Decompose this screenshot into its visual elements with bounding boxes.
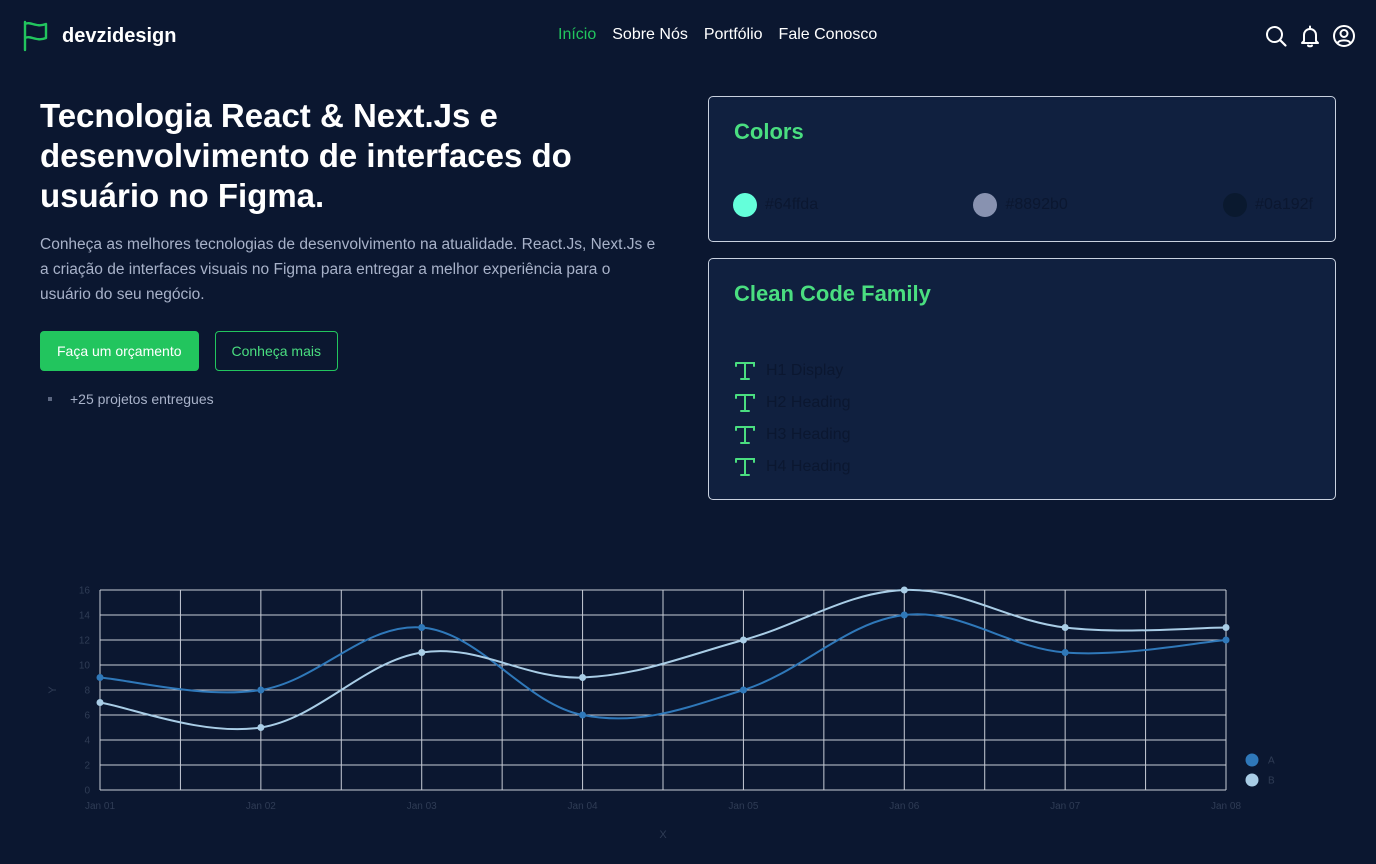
swatch-dot	[1223, 193, 1248, 217]
y-axis-label: Y	[47, 686, 59, 694]
swatch: #8892b0	[973, 193, 1068, 217]
y-tick-label: 6	[84, 711, 90, 722]
list-item: H1 Display	[734, 355, 851, 387]
data-point-a	[257, 686, 265, 694]
swatch-label: #0a192f	[1255, 196, 1313, 213]
swatch-label: #8892b0	[1005, 196, 1068, 213]
x-tick-label: Jan 02	[246, 801, 276, 812]
y-tick-label: 4	[84, 736, 90, 747]
nav-portfolio[interactable]: Portfólio	[704, 26, 763, 44]
data-point-b	[257, 724, 265, 731]
x-tick-label: Jan 08	[1211, 801, 1241, 812]
x-tick-label: Jan 04	[568, 801, 598, 812]
x-tick-label: Jan 01	[85, 801, 115, 812]
data-point-a	[418, 624, 426, 631]
text-icon	[735, 458, 755, 476]
swatch-dot	[973, 193, 998, 217]
list-item: H4 Heading	[734, 451, 851, 483]
brand[interactable]: devzidesign	[22, 20, 176, 52]
data-point-a	[1061, 649, 1069, 656]
brand-name: devzidesign	[62, 24, 177, 47]
text-icon	[735, 426, 755, 444]
swatch-label: #64ffda	[765, 196, 819, 213]
swatch-dot	[733, 193, 757, 217]
hero-description: Conheça as melhores tecnologias de desen…	[40, 236, 656, 303]
data-point-b	[418, 649, 426, 656]
colors-card: Colors #64ffda #8892b0 #0a192f	[708, 96, 1336, 242]
main-nav: Início Sobre Nós Portfólio Fale Conosco	[558, 26, 877, 44]
text-icon	[735, 394, 755, 412]
line-chart: 0 2 4 6 8 10 12 14 16 Jan 01 Jan 02 Jan 03 Jan 04 Jan…	[40, 575, 1300, 845]
y-tick-label: 10	[79, 661, 91, 672]
user-icon[interactable]	[1332, 24, 1356, 48]
data-point-a	[1222, 636, 1230, 644]
x-tick-label: Jan 05	[728, 801, 758, 812]
learn-more-button[interactable]: Conheça mais	[214, 331, 338, 371]
hero: Tecnologia React & Next.Js e desenvolvim…	[40, 96, 660, 407]
hero-title: Tecnologia React & Next.Js e desenvolvim…	[40, 97, 572, 214]
y-tick-label: 2	[84, 761, 90, 772]
data-point-b	[739, 636, 747, 644]
chart-svg: 0 2 4 6 8 10 12 14 16 Jan 01 Jan 02 Jan 03 Jan 04 Jan…	[47, 586, 1275, 842]
font-list: H1 Display H2 Heading H3 Heading H4 Head…	[734, 355, 851, 483]
data-point-a	[96, 674, 104, 681]
projects-stat-label: +25 projetos entregues	[70, 391, 214, 407]
legend-swatch-a	[1245, 753, 1259, 767]
swatch: #64ffda	[733, 193, 818, 217]
projects-stat: +25 projetos entregues	[48, 391, 660, 407]
data-point-b	[1222, 624, 1230, 631]
font-label: H1 Display	[766, 362, 844, 379]
list-item: H3 Heading	[734, 419, 851, 451]
y-tick-label: 12	[79, 636, 91, 647]
font-label: H4 Heading	[766, 458, 851, 475]
hero-actions: Faça um orçamento Conheça mais	[40, 331, 660, 371]
x-tick-label: Jan 06	[889, 801, 919, 812]
font-label: H3 Heading	[766, 426, 851, 443]
quote-button[interactable]: Faça um orçamento	[40, 331, 199, 371]
search-icon[interactable]	[1264, 24, 1288, 48]
x-tick-label: Jan 07	[1050, 801, 1080, 812]
data-point-a	[739, 686, 747, 694]
swatch-list: #64ffda #8892b0 #0a192f	[733, 193, 1313, 217]
font-family-card: Clean Code Family H1 Display H2 Heading …	[708, 258, 1336, 500]
text-icon	[735, 362, 755, 380]
font-label: H2 Heading	[766, 394, 851, 411]
bullet-icon	[48, 397, 52, 401]
flag-icon	[23, 20, 48, 52]
data-point-a	[579, 711, 587, 719]
bell-icon[interactable]	[1298, 24, 1322, 48]
data-point-b	[1061, 624, 1069, 631]
list-item: H2 Heading	[734, 387, 851, 419]
header-actions	[1264, 24, 1356, 48]
data-point-a	[900, 611, 908, 619]
legend-label-b: B	[1268, 776, 1275, 787]
nav-inicio[interactable]: Início	[558, 26, 596, 44]
colors-card-title: Colors	[734, 119, 804, 144]
nav-sobre-nos[interactable]: Sobre Nós	[612, 26, 688, 44]
nav-fale-conosco[interactable]: Fale Conosco	[779, 26, 878, 44]
font-family-card-title: Clean Code Family	[734, 281, 931, 306]
x-tick-label: Jan 03	[407, 801, 437, 812]
data-point-b	[96, 699, 104, 706]
x-axis-label: X	[659, 829, 667, 841]
y-tick-label: 14	[79, 611, 91, 622]
y-tick-label: 0	[84, 786, 90, 797]
data-point-b	[579, 674, 587, 681]
data-point-b	[900, 586, 908, 594]
header: devzidesign Início Sobre Nós Portfólio F…	[0, 0, 1376, 72]
swatch: #0a192f	[1223, 193, 1313, 217]
legend-label-a: A	[1268, 756, 1275, 767]
legend-swatch-b	[1245, 773, 1259, 787]
y-tick-label: 8	[84, 686, 90, 697]
y-tick-label: 16	[79, 586, 91, 597]
